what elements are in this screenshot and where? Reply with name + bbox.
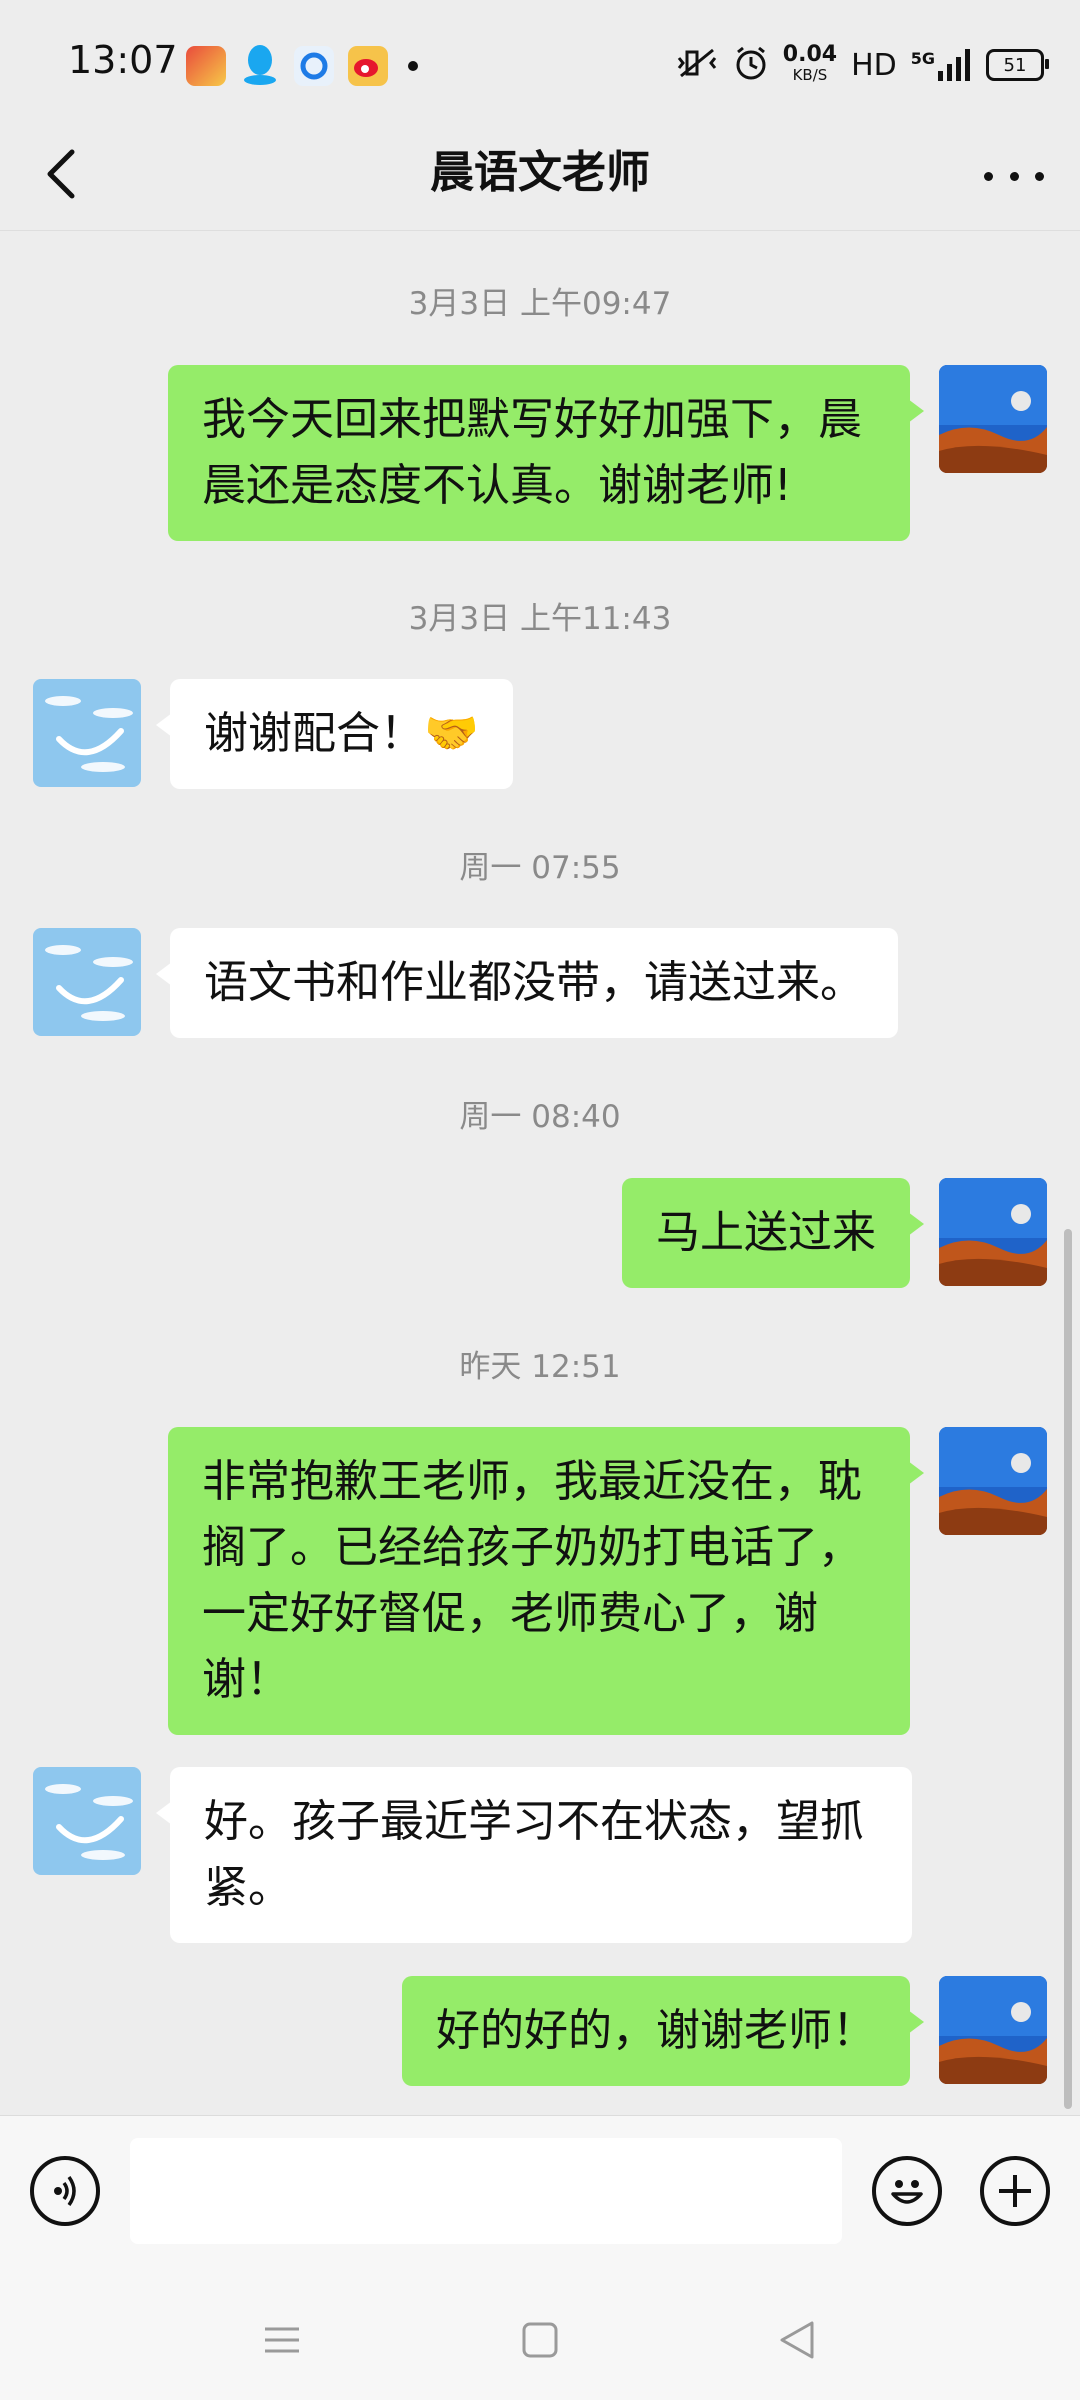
received-message[interactable]: 好。孩子最近学习不在状态，望抓紧。 — [156, 1767, 912, 1943]
back-nav-button[interactable] — [772, 2315, 822, 2365]
received-message[interactable]: 语文书和作业都没带，请送过来。 — [156, 928, 898, 1038]
chat-title: 晨语文老师 — [430, 147, 650, 198]
back-triangle-icon — [780, 2321, 814, 2359]
alarm-icon — [733, 45, 769, 85]
status-bar: 13:07 0.04 KB/S HD 5G 51 — [0, 0, 1080, 130]
sent-message[interactable]: 我今天回来把默写好好加强下，晨晨还是态度不认真。谢谢老师! — [168, 365, 924, 541]
network-speed: 0.04 KB/S — [782, 42, 838, 85]
message-timestamp: 周一 08:40 — [459, 1099, 621, 1135]
my-avatar[interactable] — [939, 365, 1047, 473]
contact-avatar[interactable] — [33, 679, 141, 787]
battery-level: 51 — [1003, 54, 1027, 76]
message-input[interactable] — [130, 2138, 842, 2244]
message-timestamp: 3月3日 上午09:47 — [408, 286, 672, 322]
qq-icon — [240, 42, 280, 90]
recent-apps-button[interactable] — [257, 2315, 307, 2365]
plus-icon — [999, 2175, 1031, 2207]
browser-app-icon — [294, 46, 334, 86]
my-avatar[interactable] — [939, 1178, 1047, 1286]
weibo-icon — [348, 46, 388, 86]
status-indicators: 0.04 KB/S HD 5G 51 — [675, 40, 1049, 90]
sent-message[interactable]: 好的好的，谢谢老师！ — [402, 1976, 924, 2086]
received-message[interactable]: 谢谢配合！🤝 — [156, 679, 513, 789]
home-square-icon — [522, 2322, 558, 2358]
chat-header: 晨语文老师 — [0, 130, 1080, 230]
sent-message[interactable]: 非常抱歉王老师，我最近没在，耽搁了。已经给孩子奶奶打电话了，一定好好督促，老师费… — [168, 1427, 924, 1735]
more-options-button[interactable] — [984, 156, 1044, 196]
contact-avatar[interactable] — [33, 1767, 141, 1875]
voice-icon — [54, 2175, 76, 2207]
message-timestamp: 3月3日 上午11:43 — [408, 601, 672, 637]
message-list[interactable]: 3月3日 上午09:47 我今天回来把默写好好加强下，晨晨还是态度不认真。谢谢老… — [0, 230, 1080, 2116]
net-speed-value: 0.04 — [782, 42, 838, 67]
home-button[interactable] — [515, 2315, 565, 2365]
more-functions-button[interactable] — [980, 2156, 1050, 2226]
signal-type: 5G — [910, 49, 935, 68]
battery-icon: 51 — [986, 49, 1049, 81]
hd-indicator: HD — [851, 47, 897, 83]
my-avatar[interactable] — [939, 1427, 1047, 1535]
contact-avatar[interactable] — [33, 928, 141, 1036]
emoji-icon — [891, 2180, 923, 2204]
more-icon-dot — [1009, 171, 1019, 181]
menu-icon — [265, 2327, 299, 2353]
message-timestamp: 周一 07:55 — [459, 850, 621, 886]
game-app-icon — [186, 46, 226, 86]
my-avatar[interactable] — [939, 1976, 1047, 2084]
more-notifications-dot — [408, 61, 418, 71]
more-icon — [984, 171, 993, 181]
emoji-button[interactable] — [872, 2156, 942, 2226]
scrollbar[interactable] — [1064, 1229, 1072, 2109]
signal-icon: 5G — [911, 49, 972, 81]
voice-button[interactable] — [30, 2156, 100, 2226]
input-bar — [0, 2115, 1080, 2276]
net-speed-unit: KB/S — [792, 66, 828, 84]
mute-vibrate-icon — [675, 46, 719, 84]
more-icon-dot — [1035, 171, 1044, 181]
sent-message[interactable]: 马上送过来 — [622, 1178, 924, 1288]
status-time: 13:07 — [68, 38, 178, 82]
message-timestamp: 昨天 12:51 — [459, 1349, 621, 1385]
notification-icons — [186, 44, 418, 88]
system-nav-bar — [0, 2275, 1080, 2400]
